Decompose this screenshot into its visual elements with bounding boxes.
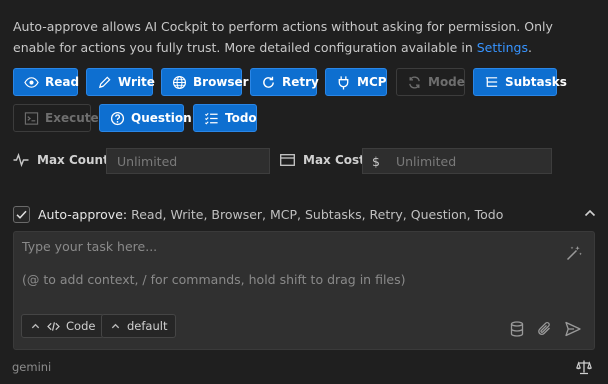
write-label: Write xyxy=(118,75,155,89)
eye-icon xyxy=(24,75,39,90)
auto-approve-checkbox[interactable] xyxy=(13,205,30,223)
max-count-input[interactable]: Unlimited xyxy=(106,148,270,174)
chevron-up-icon[interactable] xyxy=(582,205,598,221)
write-toggle-button[interactable]: Write xyxy=(86,68,155,96)
list-tree-icon xyxy=(484,75,499,90)
model-name: gemini xyxy=(12,360,52,374)
pencil-icon xyxy=(97,75,112,90)
terminal-icon xyxy=(24,111,39,126)
question-toggle-button[interactable]: Question xyxy=(99,104,192,132)
auto-approve-summary: Read, Write, Browser, MCP, Subtasks, Ret… xyxy=(131,206,504,222)
read-label: Read xyxy=(45,75,80,89)
question-label: Question xyxy=(131,111,192,125)
mode-toggle-button[interactable]: Mode xyxy=(396,68,465,96)
mode-label: Mode xyxy=(428,75,465,89)
retry-toggle-button[interactable]: Retry xyxy=(250,68,319,96)
sync-icon xyxy=(407,75,422,90)
paperclip-icon[interactable] xyxy=(536,320,554,338)
todo-label: Todo xyxy=(225,111,257,125)
mode-selector-label: Code xyxy=(66,319,96,333)
mcp-toggle-button[interactable]: MCP xyxy=(325,68,387,96)
auto-approve-row[interactable]: Auto-approve: Read, Write, Browser, MCP,… xyxy=(13,203,598,225)
mcp-label: MCP xyxy=(357,75,387,89)
max-count-label: Max Count: xyxy=(13,153,114,167)
subtasks-label: Subtasks xyxy=(505,75,567,89)
max-cost-label: Max Cost: xyxy=(280,153,370,167)
execute-toggle-button[interactable]: Execute xyxy=(13,104,99,132)
database-icon[interactable] xyxy=(509,320,527,338)
auto-approve-description: Auto-approve allows AI Cockpit to perfor… xyxy=(13,16,598,58)
plug-icon xyxy=(336,75,351,90)
chevron-up-small-icon xyxy=(31,323,40,328)
settings-link[interactable]: Settings xyxy=(477,40,528,55)
task-placeholder-line2: (@ to add context, / for commands, hold … xyxy=(22,272,406,287)
checklist-icon xyxy=(204,111,219,126)
pulse-icon xyxy=(13,153,29,167)
enhance-prompt-icon[interactable] xyxy=(565,244,583,262)
question-icon xyxy=(110,111,125,126)
code-icon xyxy=(47,321,60,331)
max-count-text: Max Count: xyxy=(37,153,114,167)
profile-selector-label: default xyxy=(127,319,168,333)
description-suffix: . xyxy=(528,40,532,55)
description-text: Auto-approve allows AI Cockpit to perfor… xyxy=(13,19,553,55)
scale-icon[interactable] xyxy=(576,359,592,375)
refresh-icon xyxy=(261,75,276,90)
check-icon xyxy=(16,210,27,219)
card-icon xyxy=(280,154,295,166)
task-placeholder-line1: Type your task here... xyxy=(22,239,158,254)
globe-icon xyxy=(172,75,187,90)
task-input[interactable]: Type your task here... (@ to add context… xyxy=(13,231,595,350)
read-toggle-button[interactable]: Read xyxy=(13,68,80,96)
subtasks-toggle-button[interactable]: Subtasks xyxy=(473,68,567,96)
send-icon[interactable] xyxy=(564,320,582,338)
retry-label: Retry xyxy=(282,75,319,89)
max-cost-input[interactable]: $ Unlimited xyxy=(362,148,552,174)
max-cost-placeholder: Unlimited xyxy=(395,153,457,169)
currency-symbol: $ xyxy=(372,153,380,169)
mode-selector[interactable]: Code xyxy=(21,314,105,338)
auto-approve-label: Auto-approve: xyxy=(38,206,128,222)
todo-toggle-button[interactable]: Todo xyxy=(193,104,257,132)
max-cost-text: Max Cost: xyxy=(303,153,370,167)
execute-label: Execute xyxy=(45,111,99,125)
profile-selector[interactable]: default xyxy=(101,314,177,338)
browser-toggle-button[interactable]: Browser xyxy=(161,68,249,96)
browser-label: Browser xyxy=(193,75,249,89)
chevron-up-small-icon xyxy=(111,323,120,328)
